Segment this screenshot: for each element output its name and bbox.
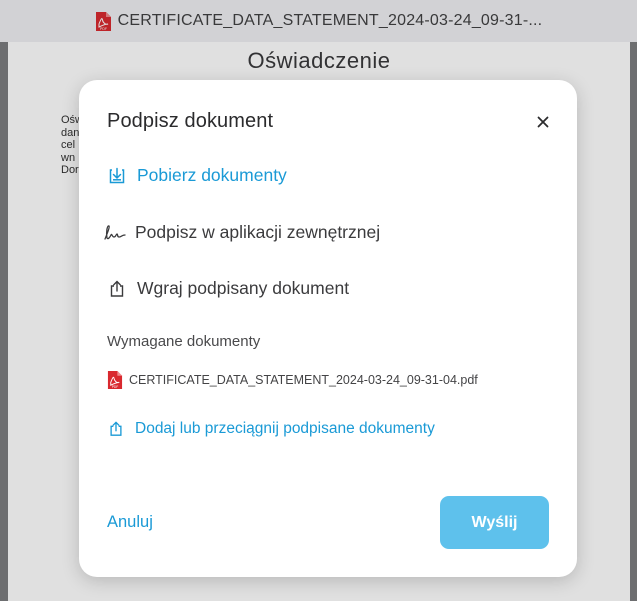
upload-signed-label: Wgraj podpisany dokument xyxy=(137,278,350,298)
svg-text:PDF: PDF xyxy=(100,27,107,31)
required-file-item[interactable]: PDF CERTIFICATE_DATA_STATEMENT_2024-03-2… xyxy=(107,370,478,390)
upload-signed-button[interactable]: Wgraj podpisany dokument xyxy=(107,278,349,299)
sign-document-modal: Podpisz dokument Pobierz dokumenty Podpi… xyxy=(79,80,577,577)
required-documents-heading: Wymagane dokumenty xyxy=(107,333,261,350)
close-icon xyxy=(537,116,549,128)
document-heading: Oświadczenie xyxy=(247,48,391,73)
cancel-button[interactable]: Anuluj xyxy=(107,513,153,532)
download-documents-button[interactable]: Pobierz dokumenty xyxy=(107,165,287,186)
external-sign-button[interactable]: Podpisz w aplikacji zewnętrznej xyxy=(104,222,381,243)
add-documents-label: Dodaj lub przeciągnij podpisane dokument… xyxy=(135,420,435,437)
pdf-file-icon: PDF xyxy=(107,370,123,390)
signature-icon xyxy=(103,223,129,243)
pdf-file-icon: PDF xyxy=(95,11,112,32)
file-title: CERTIFICATE_DATA_STATEMENT_2024-03-24_09… xyxy=(117,12,543,29)
external-sign-label: Podpisz w aplikacji zewnętrznej xyxy=(135,222,381,242)
download-icon xyxy=(107,166,127,186)
send-button[interactable]: Wyślij xyxy=(440,496,549,549)
required-file-name: CERTIFICATE_DATA_STATEMENT_2024-03-24_09… xyxy=(129,373,478,387)
modal-title: Podpisz dokument xyxy=(107,110,274,132)
svg-text:PDF: PDF xyxy=(112,385,119,389)
close-button[interactable] xyxy=(531,110,555,134)
download-documents-label: Pobierz dokumenty xyxy=(137,165,287,185)
upload-icon xyxy=(107,420,125,438)
upload-icon xyxy=(107,279,127,299)
file-title-bar: PDF CERTIFICATE_DATA_STATEMENT_2024-03-2… xyxy=(0,0,637,42)
add-documents-dropzone[interactable]: Dodaj lub przeciągnij podpisane dokument… xyxy=(107,420,435,438)
